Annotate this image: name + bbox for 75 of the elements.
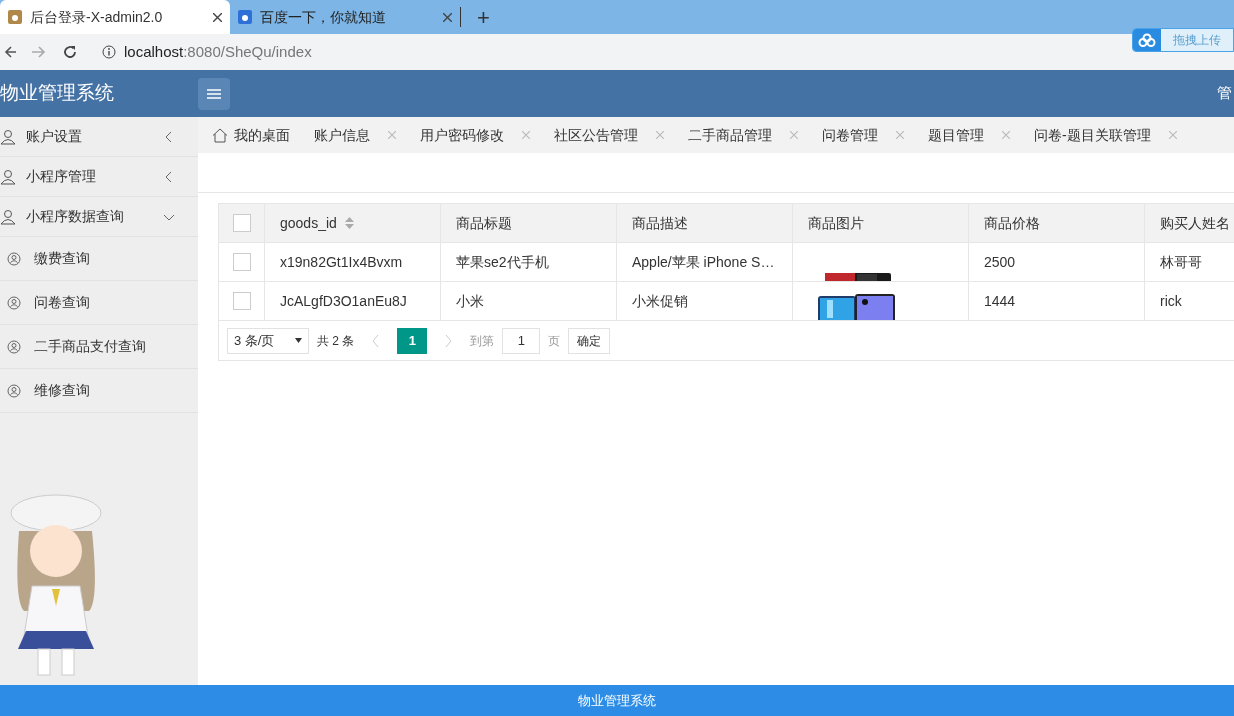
upload-label: 拖拽上传 [1172,32,1222,49]
table-cell-text: 林哥哥 [1160,252,1202,272]
menu-toggle-button[interactable] [198,77,230,110]
column-header[interactable]: 商品描述 [617,204,793,242]
row-checkbox[interactable] [232,253,251,271]
info-icon[interactable] [102,45,116,59]
new-tab-button[interactable]: + [461,0,506,34]
footer: 物业管理系统 [0,685,1234,716]
table-cell-text: 1444 [984,291,1016,311]
back-icon[interactable] [4,45,16,59]
url-text[interactable]: localhost:8080/SheQu/index [124,40,312,64]
cloud-icon [1138,33,1156,47]
table-cell-text: JcALgfD3O1anEu8J [280,291,407,311]
prev-page-icon[interactable] [372,334,380,347]
user-icon [0,128,16,145]
app-title: 物业管理系统 [0,81,115,106]
column-header[interactable]: goods_id [265,204,441,242]
user-icon [0,168,16,185]
sidebar-item[interactable]: 小程序管理 [0,157,198,197]
tab-title: 后台登录-X-admin2.0 [30,7,164,27]
sort-icon[interactable] [344,217,354,229]
table-cell-text: 2500 [984,252,1016,272]
table-cell-text: 苹果se2代手机 [456,252,549,272]
page-tab[interactable]: 二手商品管理 [688,117,822,153]
page-input[interactable]: 1 [502,327,541,354]
table-cell-text: 小米促销 [632,291,688,311]
sidebar-item[interactable]: 小程序数据查询 [0,197,198,237]
user-icon [7,383,21,398]
browser-tab[interactable]: 百度一下，你就知道 [230,0,460,34]
column-header[interactable]: 商品图片 [793,204,969,242]
sidebar-subitem[interactable]: 维修查询 [0,369,198,413]
user-icon [7,339,21,354]
column-header[interactable]: 购买人姓名 [1145,204,1234,242]
table-cell-text: rick [1160,291,1182,311]
select-all-checkbox[interactable] [232,214,251,232]
tab-favicon-icon [8,10,22,24]
tab-title: 百度一下，你就知道 [260,7,387,27]
header-user-text[interactable]: 管 [1217,82,1234,105]
tab-favicon-icon [238,10,252,24]
chevron-left-icon [164,171,174,182]
page-button[interactable]: 1 [397,327,428,354]
page-tab[interactable]: 我的桌面 [212,117,314,153]
page-tab[interactable]: 题目管理 [928,117,1034,153]
page-tab[interactable]: 社区公告管理 [554,117,688,153]
user-icon [7,295,21,310]
reload-icon[interactable] [62,44,78,60]
column-header[interactable]: 商品标题 [441,204,617,242]
page-size-select[interactable]: 3 条/页 [227,327,309,354]
browser-tab[interactable]: 后台登录-X-admin2.0 [0,0,230,34]
next-page-icon[interactable] [445,334,453,347]
page-tab[interactable]: 用户密码修改 [420,117,554,153]
total-count: 共 2 条 [317,332,355,350]
table-cell-text: Apple/苹果 iPhone S… [632,252,775,272]
home-icon [212,127,228,143]
goto-label: 到第 [470,332,495,350]
close-icon[interactable] [443,12,452,22]
sidebar-subitem[interactable]: 二手商品支付查询 [0,325,198,369]
page-tab[interactable]: 问卷管理 [822,117,928,153]
menu-icon [207,88,221,99]
caret-icon [295,338,302,343]
sidebar-subitem[interactable]: 缴费查询 [0,237,198,281]
table-cell-text: x19n82Gt1Ix4Bvxm [280,252,403,272]
page-tab[interactable]: 问卷-题目关联管理 [1034,117,1201,153]
row-checkbox[interactable] [232,292,251,310]
confirm-button[interactable]: 确定 [568,327,611,354]
user-icon [7,251,21,266]
user-icon [0,208,16,225]
column-header[interactable]: 商品价格 [969,204,1145,242]
page-tab[interactable]: 账户信息 [314,117,420,153]
table-cell-text: 小米 [456,291,484,311]
chevron-left-icon [164,131,174,142]
sidebar-subitem[interactable]: 问卷查询 [0,281,198,325]
page-unit: 页 [548,332,561,350]
forward-icon[interactable] [32,45,46,59]
close-icon[interactable] [213,12,222,22]
